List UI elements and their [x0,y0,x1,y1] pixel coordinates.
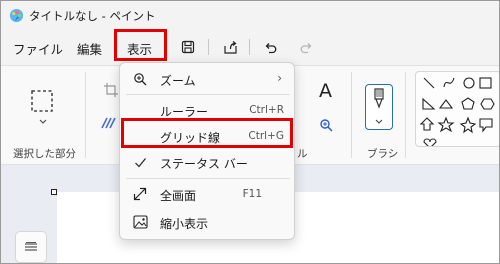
chevron-down-icon [39,119,47,124]
menubar-divider [249,39,250,55]
menu-item-label: 縮小表示 [160,217,209,231]
thumbnail-icon [132,214,148,230]
ribbon-divider [85,72,86,158]
undo-icon[interactable] [259,36,281,58]
zoom-icon [132,71,148,87]
ribbon-divider [351,72,352,158]
menu-item-statusbar[interactable]: ステータス バー [120,149,296,175]
menu-item-shortcut: F11 [242,188,262,200]
chevron-down-icon [375,119,383,124]
paint-window: タイトルなし - ペイント ファイル 編集 表示 選択した部分 A ル ブラシ … [0,0,500,264]
menu-edit[interactable]: 編集 [77,39,102,58]
gridlines-highlight [121,118,293,148]
save-icon[interactable] [177,36,199,58]
view-dropdown-menu: ズーム › ルーラー Ctrl+R グリッド線 Ctrl+G ステータス バー … [119,62,295,240]
canvas-resize-handle[interactable] [51,189,57,195]
menu-divider [126,178,290,179]
menu-file[interactable]: ファイル [13,39,63,58]
paint-app-icon [9,8,24,23]
brush-button[interactable] [365,84,393,130]
menu-item-shortcut: Ctrl+R [249,104,284,116]
menu-item-zoom[interactable]: ズーム › [120,66,296,92]
magnifier-icon[interactable] [319,118,333,132]
window-title: タイトルなし - ペイント [29,9,156,23]
redo-icon[interactable] [295,36,317,58]
ribbon-divider [405,72,406,158]
menu-divider [126,94,290,95]
selection-tool-button[interactable] [29,88,55,128]
menu-bar: ファイル 編集 表示 [1,29,499,65]
image-tool-icon[interactable] [101,116,119,130]
layers-button[interactable] [15,231,47,263]
menubar-divider [208,39,209,55]
tools-group-label: ル [297,148,308,160]
brush-group-label: ブラシ [367,148,399,160]
shapes-gallery[interactable] [415,71,499,147]
view-menu-highlight [114,29,167,61]
checkmark-icon [132,154,148,170]
share-icon[interactable] [219,36,241,58]
menu-item-label: ステータス バー [160,157,248,171]
menu-item-thumbnail[interactable]: 縮小表示 [120,209,296,235]
selection-group-label: 選択した部分 [13,148,76,160]
menu-item-label: ズーム [160,74,196,88]
layers-icon [25,242,37,251]
fullscreen-icon [132,186,148,202]
text-tool-icon[interactable]: A [319,80,332,102]
menu-item-label: 全画面 [160,189,197,203]
paintbrush-icon [374,88,384,109]
chevron-right-icon: › [277,71,282,85]
title-bar: タイトルなし - ペイント [1,1,499,29]
menu-item-fullscreen[interactable]: 全画面 F11 [120,181,296,207]
crop-icon[interactable] [103,82,119,98]
shapes-icon [419,77,495,146]
rectangle-select-icon [31,90,53,112]
